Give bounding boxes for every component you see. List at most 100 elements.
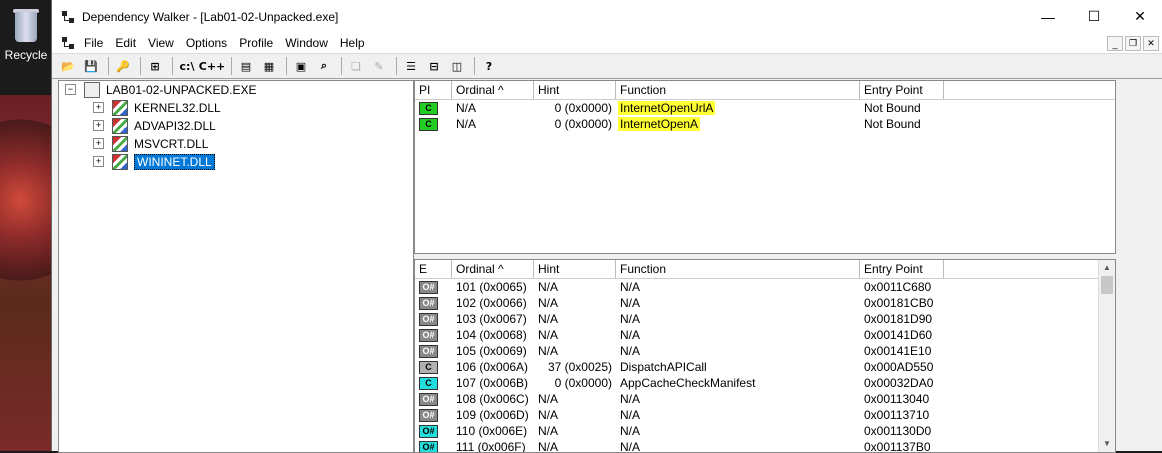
cell-entry-point: 0x000AD550 [860,360,944,374]
copy-icon[interactable]: ❏ [346,56,366,76]
tree-item-label-selected: WININET.DLL [134,154,215,170]
menu-profile[interactable]: Profile [233,36,279,50]
title-bar[interactable]: Dependency Walker - [Lab01-02-Unpacked.e… [52,0,1162,33]
col-ordinal[interactable]: Ordinal ^ [452,260,534,278]
expand-icon[interactable]: + [93,156,104,167]
cell-function: N/A [616,280,860,294]
expand-icon[interactable]: + [93,120,104,131]
menu-file[interactable]: File [78,36,109,50]
exports-scrollbar[interactable]: ▲ ▼ [1098,260,1115,452]
minimize-button[interactable]: — [1025,0,1071,33]
col-function[interactable]: Function [616,260,860,278]
menu-window[interactable]: Window [279,36,334,50]
tree-root-label: LAB01-02-UNPACKED.EXE [106,83,257,97]
table-row[interactable]: O#104 (0x0068)N/AN/A0x00141D60 [415,327,1115,343]
table-row[interactable]: C N/A 0 (0x0000) InternetOpenUrlA Not Bo… [415,100,1115,116]
col-hint[interactable]: Hint [534,81,616,99]
table-row[interactable]: O#105 (0x0069)N/AN/A0x00141E10 [415,343,1115,359]
mdi-restore-button[interactable]: ❐ [1125,36,1141,51]
help-icon[interactable]: ? [479,56,499,76]
exe-module-icon [84,82,100,98]
table-row[interactable]: O#101 (0x0065)N/AN/A0x0011C680 [415,279,1115,295]
scroll-thumb[interactable] [1101,276,1113,294]
app-icon [60,9,76,25]
cell-function: N/A [616,328,860,342]
table-row[interactable]: O#108 (0x006C)N/AN/A0x00113040 [415,391,1115,407]
mdi-close-button[interactable]: ✕ [1143,36,1159,51]
table-row[interactable]: C N/A 0 (0x0000) InternetOpenA Not Bound [415,116,1115,132]
cell-ordinal: 106 (0x006A) [452,360,534,374]
col-hint[interactable]: Hint [534,260,616,278]
tree-item-wininet[interactable]: + WININET.DLL [93,153,215,170]
exports-pane: E Ordinal ^ Hint Function Entry Point O#… [414,259,1116,453]
module-tree[interactable]: − LAB01-02-UNPACKED.EXE + KERNEL32.DLL +… [58,80,414,453]
external-viewer-icon[interactable]: ✎ [369,56,389,76]
col-e[interactable]: E [415,260,452,278]
c-function-icon: C [419,118,438,131]
cell-hint: 0 (0x0000) [534,117,616,131]
cell-function: N/A [616,424,860,438]
menu-edit[interactable]: Edit [109,36,142,50]
find-icon[interactable]: 🔑 [113,56,133,76]
table-row[interactable]: O#103 (0x0067)N/AN/A0x00181D90 [415,311,1115,327]
expand-icon[interactable]: + [93,102,104,113]
table-row[interactable]: O#110 (0x006E)N/AN/A0x001130D0 [415,423,1115,439]
exports-header: E Ordinal ^ Hint Function Entry Point [415,260,1115,279]
col-ordinal[interactable]: Ordinal ^ [452,81,534,99]
dll-module-icon [112,136,128,152]
split-vertical-icon[interactable]: ◫ [447,56,467,76]
cell-entry-point: 0x0011C680 [860,280,944,294]
cell-ordinal: 104 (0x0068) [452,328,534,342]
recycle-bin-label: Recycle [0,48,52,62]
recycle-bin[interactable]: Recycle [0,8,52,62]
full-paths-button[interactable]: c:\ [177,56,197,76]
table-row[interactable]: C107 (0x006B)0 (0x0000)AppCacheCheckMani… [415,375,1115,391]
export-type-icon: O# [419,329,438,342]
cell-entry-point: 0x00113040 [860,392,944,406]
table-row[interactable]: O#109 (0x006D)N/AN/A0x00113710 [415,407,1115,423]
menu-options[interactable]: Options [180,36,233,50]
export-type-icon: C [419,361,438,374]
properties-icon[interactable]: ▦ [259,56,279,76]
close-button[interactable]: ✕ [1117,0,1162,33]
table-row[interactable]: C106 (0x006A)37 (0x0025)DispatchAPICall0… [415,359,1115,375]
undecorate-cpp-button[interactable]: C++ [200,56,224,76]
col-pi[interactable]: PI [415,81,452,99]
scroll-down-icon[interactable]: ▼ [1099,436,1115,452]
col-entry-point[interactable]: Entry Point [860,81,944,99]
table-row[interactable]: O#102 (0x0066)N/AN/A0x00181CB0 [415,295,1115,311]
cell-ordinal: 105 (0x0069) [452,344,534,358]
col-function[interactable]: Function [616,81,860,99]
tree-item-kernel32[interactable]: + KERNEL32.DLL [93,99,221,116]
collapse-icon[interactable]: − [65,84,76,95]
col-entry-point[interactable]: Entry Point [860,260,944,278]
chart-icon[interactable]: ▤ [236,56,256,76]
save-icon[interactable]: 💾 [81,56,101,76]
split-horizontal-icon[interactable]: ⊟ [424,56,444,76]
open-folder-icon[interactable]: 📂 [58,56,78,76]
cell-ordinal: 103 (0x0067) [452,312,534,326]
scroll-up-icon[interactable]: ▲ [1099,260,1115,276]
cell-hint: 0 (0x0000) [534,101,616,115]
module-view-icon[interactable]: ☰ [401,56,421,76]
cell-function: AppCacheCheckManifest [616,376,860,390]
tree-item-advapi32[interactable]: + ADVAPI32.DLL [93,117,216,134]
tree-root[interactable]: − LAB01-02-UNPACKED.EXE [65,81,257,98]
menu-help[interactable]: Help [334,36,371,50]
expand-icon[interactable]: + [93,138,104,149]
document-icon[interactable] [60,35,76,51]
search-icon[interactable]: ⌕ [314,56,334,76]
cell-function: N/A [616,312,860,326]
system-info-icon[interactable]: ▣ [291,56,311,76]
cell-hint: N/A [534,408,616,422]
maximize-button[interactable]: ☐ [1071,0,1117,33]
tree-item-msvcrt[interactable]: + MSVCRT.DLL [93,135,208,152]
c-function-icon: C [419,102,438,115]
menu-view[interactable]: View [142,36,180,50]
mdi-minimize-button[interactable]: _ [1107,36,1123,51]
cell-ordinal: 110 (0x006E) [452,424,534,438]
dependency-walker-window: Dependency Walker - [Lab01-02-Unpacked.e… [51,0,1162,451]
cell-hint: N/A [534,312,616,326]
tree-expand-icon[interactable]: ⊞ [145,56,165,76]
cell-hint: N/A [534,296,616,310]
